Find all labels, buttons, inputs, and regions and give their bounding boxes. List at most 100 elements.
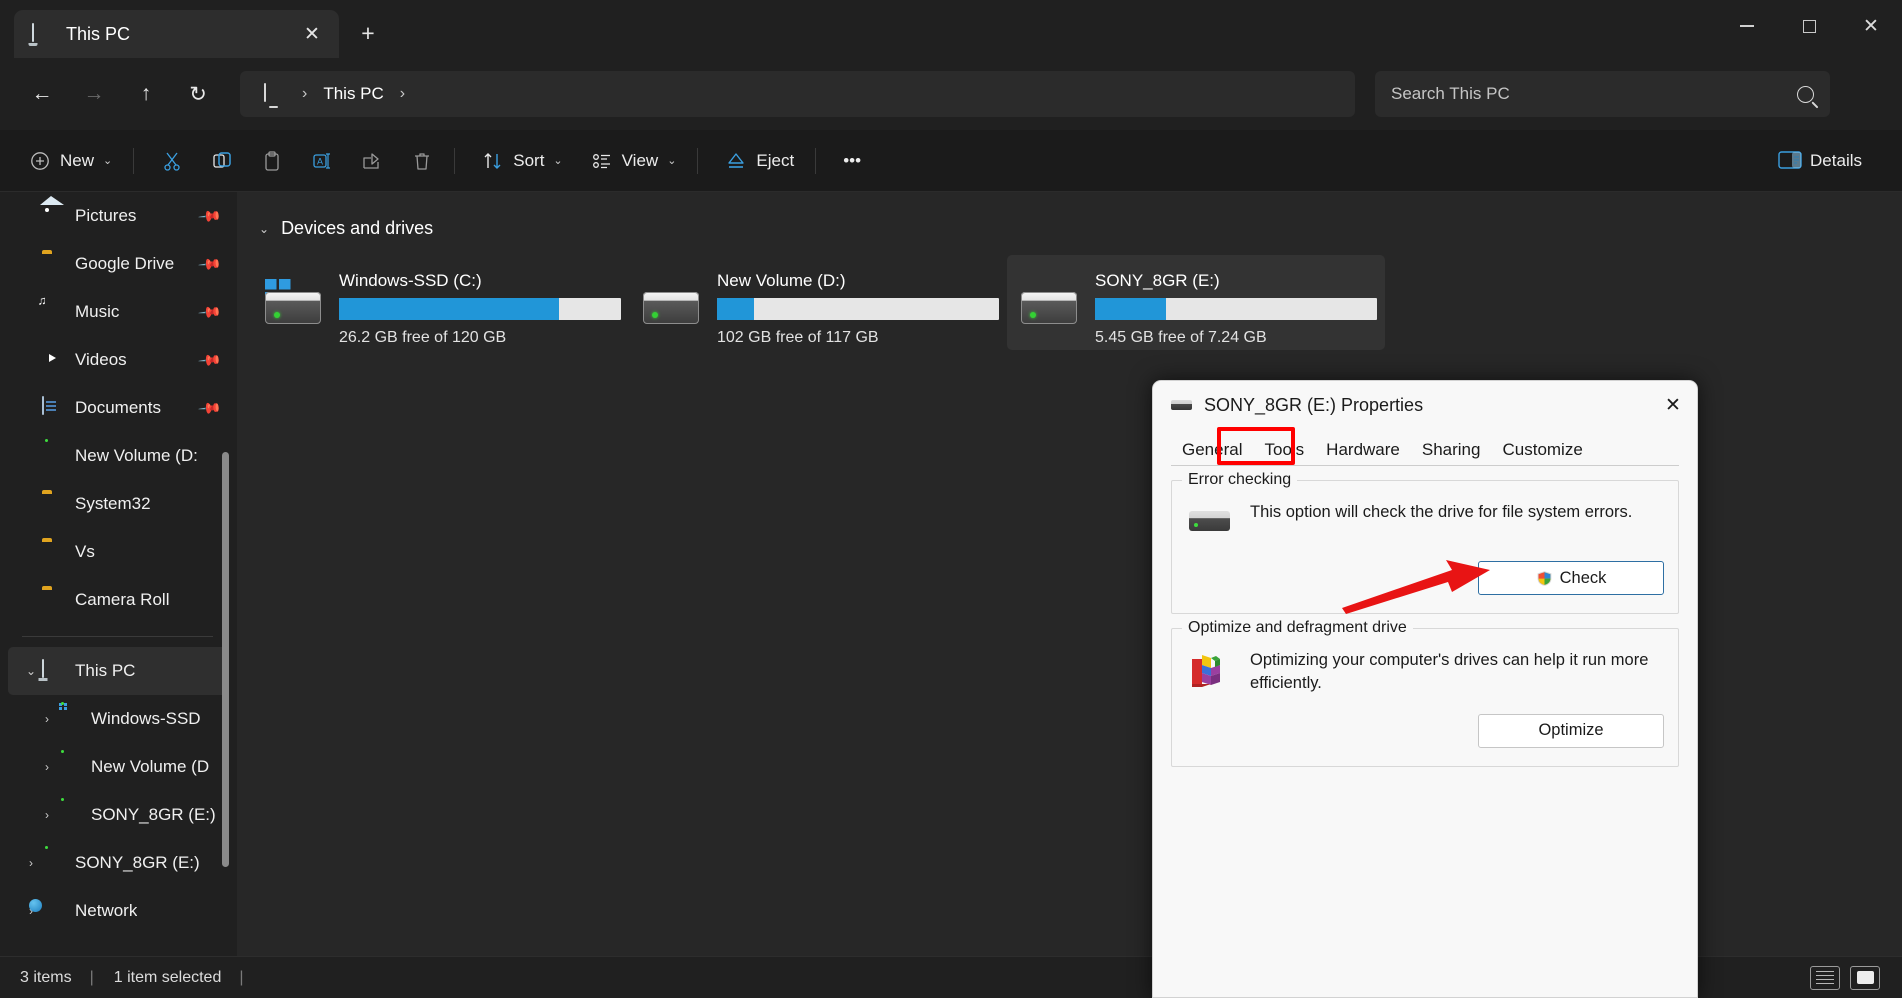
- music-icon: [42, 301, 64, 323]
- details-pane-button[interactable]: Details: [1764, 140, 1876, 182]
- capacity-bar-fill: [339, 298, 559, 320]
- share-button[interactable]: [350, 140, 394, 182]
- sidebar-item-vs[interactable]: Vs: [8, 528, 229, 576]
- sidebar-item-system32[interactable]: System32: [8, 480, 229, 528]
- chevron-down-icon[interactable]: ⌄: [259, 222, 269, 236]
- optimize-button[interactable]: Optimize: [1478, 713, 1664, 748]
- minimize-button[interactable]: [1716, 0, 1778, 52]
- optimize-row: Optimizing your computer's drives can he…: [1186, 645, 1664, 696]
- tab-this-pc[interactable]: This PC ✕: [14, 10, 339, 58]
- share-icon: [361, 150, 383, 172]
- navigation-pane[interactable]: Pictures 📌 Google Drive 📌 Music 📌 Videos…: [0, 192, 237, 956]
- new-button[interactable]: New ⌄: [18, 140, 123, 182]
- pin-icon[interactable]: 📌: [198, 348, 223, 373]
- optimize-description: Optimizing your computer's drives can he…: [1250, 651, 1649, 693]
- eject-button[interactable]: Eject: [714, 140, 805, 182]
- sort-button[interactable]: Sort ⌄: [471, 140, 573, 182]
- new-label: New: [60, 150, 95, 170]
- sort-label: Sort: [513, 150, 545, 170]
- drive-tile-new-volume[interactable]: New Volume (D:) 102 GB free of 117 GB: [629, 255, 1007, 350]
- sidebar-item-this-pc[interactable]: ⌄ This PC: [8, 647, 229, 695]
- sidebar-item-videos[interactable]: Videos 📌: [8, 336, 229, 384]
- sidebar-item-camera-roll[interactable]: Camera Roll: [8, 576, 229, 624]
- view-icon: [591, 150, 613, 172]
- sidebar-item-new-volume-d[interactable]: New Volume (D:: [8, 432, 229, 480]
- sidebar-item-documents[interactable]: Documents 📌: [8, 384, 229, 432]
- check-button[interactable]: Check: [1478, 561, 1664, 595]
- capacity-bar: [339, 298, 621, 320]
- details-view-button[interactable]: [1810, 965, 1840, 990]
- refresh-button[interactable]: ↻: [178, 74, 218, 114]
- tab-sharing[interactable]: Sharing: [1411, 437, 1492, 465]
- paste-button[interactable]: [250, 140, 294, 182]
- tab-customize[interactable]: Customize: [1491, 437, 1593, 465]
- tab-label: This PC: [66, 23, 131, 44]
- sidebar-item-label: SONY_8GR (E:): [91, 805, 216, 824]
- search-input[interactable]: [1391, 84, 1797, 104]
- tab-tools[interactable]: Tools: [1253, 437, 1315, 465]
- forward-button[interactable]: →: [74, 74, 114, 114]
- breadcrumb-segment-this-pc[interactable]: This PC: [323, 84, 383, 104]
- pin-icon[interactable]: 📌: [198, 252, 223, 277]
- search-box[interactable]: [1375, 71, 1830, 117]
- address-bar[interactable]: › This PC ›: [240, 71, 1355, 117]
- sidebar-item-pictures[interactable]: Pictures 📌: [8, 192, 229, 240]
- error-checking-row: This option will check the drive for fil…: [1186, 497, 1664, 543]
- drive-icon: [641, 279, 703, 327]
- view-button[interactable]: View ⌄: [580, 140, 688, 182]
- search-icon[interactable]: [1797, 85, 1814, 103]
- sidebar-item-sony-8gr-root[interactable]: › SONY_8GR (E:): [8, 839, 229, 887]
- sidebar-item-network[interactable]: › Network: [8, 887, 229, 935]
- sidebar-scrollbar-thumb[interactable]: [222, 452, 229, 867]
- drives-row: Windows-SSD (C:) 26.2 GB free of 120 GB …: [237, 255, 1902, 350]
- close-window-button[interactable]: ✕: [1840, 0, 1902, 52]
- sort-icon: [482, 150, 504, 172]
- chevron-down-icon[interactable]: ⌄: [20, 664, 42, 678]
- delete-button[interactable]: [400, 140, 444, 182]
- back-button[interactable]: ←: [22, 74, 62, 114]
- more-options-button[interactable]: •••: [832, 140, 872, 182]
- toolbar-divider-3: [697, 147, 699, 174]
- tab-strip-divider: [1171, 465, 1679, 466]
- chevron-right-icon[interactable]: ›: [36, 712, 58, 726]
- drive-info: Windows-SSD (C:) 26.2 GB free of 120 GB: [339, 265, 621, 347]
- sidebar-item-label: System32: [75, 494, 151, 513]
- sidebar-item-sony-8gr-child[interactable]: › SONY_8GR (E:): [8, 791, 229, 839]
- drive-properties-dialog[interactable]: SONY_8GR (E:) Properties ✕ General Tools…: [1152, 380, 1698, 998]
- copy-button[interactable]: [200, 140, 244, 182]
- drive-tile-sony-8gr[interactable]: SONY_8GR (E:) 5.45 GB free of 7.24 GB: [1007, 255, 1385, 350]
- new-tab-button[interactable]: +: [351, 17, 385, 49]
- pin-icon[interactable]: 📌: [198, 204, 223, 229]
- monitor-icon: [42, 659, 64, 682]
- sidebar-item-music[interactable]: Music 📌: [8, 288, 229, 336]
- sidebar-item-label: Windows-SSD: [91, 709, 201, 728]
- drive-free-space: 26.2 GB free of 120 GB: [339, 329, 507, 346]
- rename-button[interactable]: A: [300, 140, 344, 182]
- drive-free-space: 5.45 GB free of 7.24 GB: [1095, 329, 1267, 346]
- eject-label: Eject: [756, 150, 795, 170]
- pin-icon[interactable]: 📌: [198, 396, 223, 421]
- sidebar-scrollbar[interactable]: [222, 452, 229, 867]
- pin-icon[interactable]: 📌: [198, 300, 223, 325]
- status-separator: |: [89, 968, 94, 986]
- dialog-tab-strip: General Tools Hardware Sharing Customize: [1171, 427, 1697, 465]
- chevron-right-icon[interactable]: ›: [36, 760, 58, 774]
- close-dialog-button[interactable]: ✕: [1649, 382, 1697, 428]
- tab-hardware[interactable]: Hardware: [1315, 437, 1411, 465]
- chevron-right-icon[interactable]: ›: [20, 856, 42, 870]
- maximize-button[interactable]: [1778, 0, 1840, 52]
- sidebar-item-google-drive[interactable]: Google Drive 📌: [8, 240, 229, 288]
- sidebar-item-label: New Volume (D: [91, 757, 210, 776]
- sidebar-item-windows-ssd[interactable]: › Windows-SSD: [8, 695, 229, 743]
- drive-tile-windows-ssd[interactable]: Windows-SSD (C:) 26.2 GB free of 120 GB: [251, 255, 629, 350]
- command-bar: New ⌄ A Sort ⌄ View ⌄ Eject ••• Details: [0, 130, 1902, 192]
- close-tab-button[interactable]: ✕: [297, 19, 327, 49]
- tab-general[interactable]: General: [1171, 437, 1253, 465]
- title-bar: This PC ✕ + ✕: [0, 0, 1902, 58]
- large-icons-view-button[interactable]: [1850, 965, 1880, 990]
- group-header-devices-and-drives[interactable]: ⌄ Devices and drives: [259, 218, 1902, 239]
- up-button[interactable]: ↑: [126, 74, 166, 114]
- sidebar-item-new-volume[interactable]: › New Volume (D: [8, 743, 229, 791]
- chevron-right-icon[interactable]: ›: [36, 808, 58, 822]
- cut-button[interactable]: [150, 140, 194, 182]
